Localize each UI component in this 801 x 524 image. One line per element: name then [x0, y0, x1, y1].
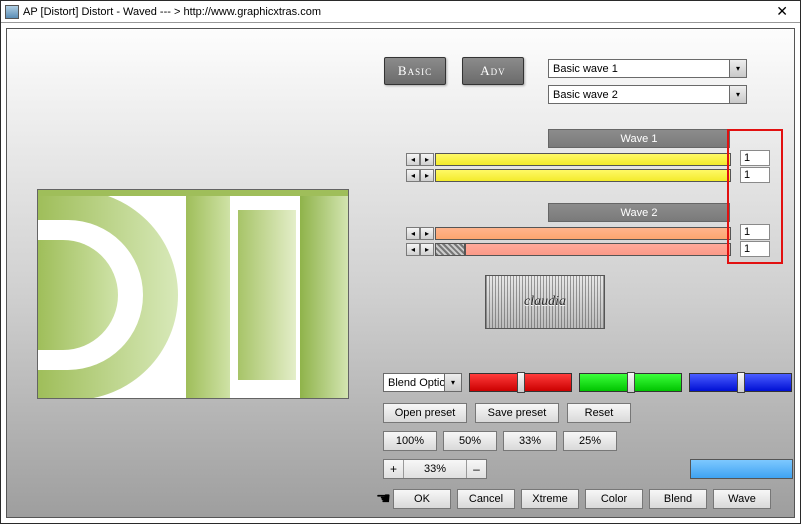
save-preset-button[interactable]: Save preset — [475, 403, 559, 423]
wave1-header: Wave 1 — [548, 129, 730, 148]
wave1-value-2[interactable]: 1 — [740, 167, 770, 183]
pointing-hand-icon: ☛ — [369, 489, 391, 509]
wave1-value-1[interactable]: 1 — [740, 150, 770, 166]
xtreme-button[interactable]: Xtreme — [521, 489, 579, 509]
zoom-25-button[interactable]: 25% — [563, 431, 617, 451]
red-slider[interactable] — [469, 373, 572, 392]
chevron-down-icon[interactable]: ▾ — [729, 60, 746, 77]
zoom-value: 33% — [404, 463, 466, 475]
wave1-s2-right-icon[interactable]: ▸ — [420, 169, 434, 182]
app-icon — [5, 5, 19, 19]
wave2-value-1[interactable]: 1 — [740, 224, 770, 240]
preview-canvas — [37, 189, 349, 399]
preset-1-value: Basic wave 1 — [549, 63, 729, 75]
preset-2-value: Basic wave 2 — [549, 89, 729, 101]
wave2-s2-right-icon[interactable]: ▸ — [420, 243, 434, 256]
zoom-stepper: + 33% – — [383, 459, 487, 479]
open-preset-button[interactable]: Open preset — [383, 403, 467, 423]
wave2-header: Wave 2 — [548, 203, 730, 222]
slider-thumb[interactable] — [517, 372, 525, 393]
wave1-slider-1[interactable] — [435, 153, 731, 166]
chevron-down-icon[interactable]: ▾ — [444, 374, 461, 391]
wave2-s2-left-icon[interactable]: ◂ — [406, 243, 420, 256]
zoom-minus-button[interactable]: – — [466, 460, 486, 478]
color-swatch[interactable] — [690, 459, 793, 479]
basic-tab[interactable]: Basic — [384, 57, 446, 85]
slider-thumb[interactable] — [627, 372, 635, 393]
wave2-s1-right-icon[interactable]: ▸ — [420, 227, 434, 240]
preset-2-combo[interactable]: Basic wave 2 ▾ — [548, 85, 747, 104]
claudia-logo: claudia — [485, 275, 605, 329]
cancel-button[interactable]: Cancel — [457, 489, 515, 509]
wave2-value-2[interactable]: 1 — [740, 241, 770, 257]
logo-text: claudia — [486, 276, 604, 328]
wave2-s1-left-icon[interactable]: ◂ — [406, 227, 420, 240]
wave2-slider-1[interactable] — [435, 227, 731, 240]
slider-thumb[interactable] — [737, 372, 745, 393]
blend-button[interactable]: Blend — [649, 489, 707, 509]
wave1-s1-left-icon[interactable]: ◂ — [406, 153, 420, 166]
title-bar: AP [Distort] Distort - Waved --- > http:… — [1, 1, 800, 23]
zoom-33-button[interactable]: 33% — [503, 431, 557, 451]
close-icon[interactable]: ✕ — [768, 3, 796, 20]
zoom-50-button[interactable]: 50% — [443, 431, 497, 451]
wave-button[interactable]: Wave — [713, 489, 771, 509]
wave2-slider-2-track[interactable] — [435, 243, 465, 256]
wave2-slider-2[interactable] — [465, 243, 731, 256]
client-area: Basic Adv Basic wave 1 ▾ Basic wave 2 ▾ … — [6, 28, 795, 518]
preset-1-combo[interactable]: Basic wave 1 ▾ — [548, 59, 747, 78]
adv-tab[interactable]: Adv — [462, 57, 524, 85]
blend-option-value: Blend Optio — [384, 377, 444, 389]
wave1-s1-right-icon[interactable]: ▸ — [420, 153, 434, 166]
blue-slider[interactable] — [689, 373, 792, 392]
blend-option-combo[interactable]: Blend Optio ▾ — [383, 373, 462, 392]
ok-button[interactable]: OK — [393, 489, 451, 509]
zoom-100-button[interactable]: 100% — [383, 431, 437, 451]
chevron-down-icon[interactable]: ▾ — [729, 86, 746, 103]
zoom-plus-button[interactable]: + — [384, 460, 404, 478]
reset-button[interactable]: Reset — [567, 403, 631, 423]
green-slider[interactable] — [579, 373, 682, 392]
window-title: AP [Distort] Distort - Waved --- > http:… — [23, 6, 768, 18]
wave1-s2-left-icon[interactable]: ◂ — [406, 169, 420, 182]
color-button[interactable]: Color — [585, 489, 643, 509]
wave1-slider-2[interactable] — [435, 169, 731, 182]
